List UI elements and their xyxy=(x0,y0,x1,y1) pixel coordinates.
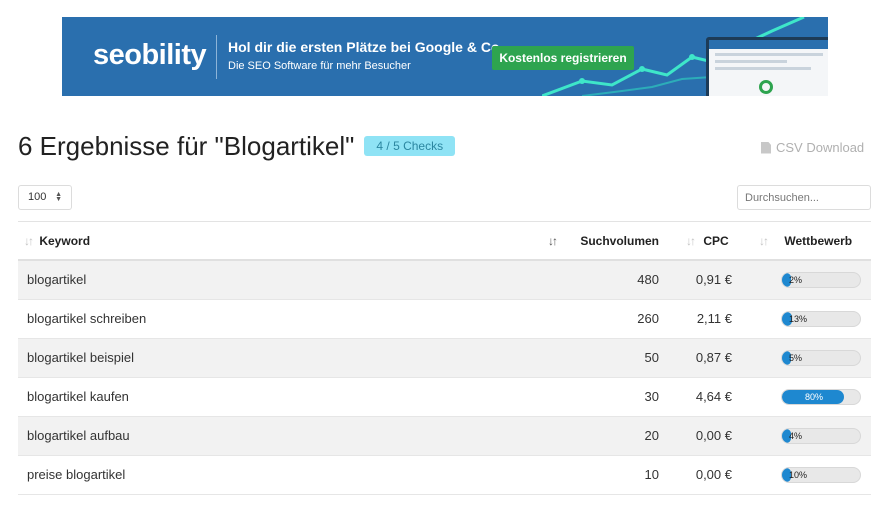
cpc-cell: 2,11 € xyxy=(696,311,732,326)
banner-headline: Hol dir die ersten Plätze bei Google & C… xyxy=(228,39,500,55)
competition-progress-bar: 10% xyxy=(781,467,861,483)
cpc-cell: 4,64 € xyxy=(695,389,732,404)
table-row[interactable]: blogartikel schreiben 260 2,11 € 13% xyxy=(18,300,871,339)
table-header: ↓↑ Keyword ↓↑ Suchvolumen ↓↑ CPC ↓↑ Wett… xyxy=(18,221,871,261)
column-header-competition[interactable]: ↓↑ Wettbewerb xyxy=(759,222,852,260)
file-icon xyxy=(761,141,771,154)
volume-cell: 480 xyxy=(637,272,659,287)
register-button[interactable]: Kostenlos registrieren xyxy=(492,46,634,70)
competition-progress-bar: 2% xyxy=(781,272,861,288)
keyword-cell: blogartikel aufbau xyxy=(27,428,130,443)
volume-cell: 50 xyxy=(644,350,659,365)
column-header-cpc[interactable]: ↓↑ CPC xyxy=(686,222,729,260)
competition-value: 2% xyxy=(789,275,803,285)
page-size-select[interactable]: 100 ▲ ▼ xyxy=(18,185,72,210)
page-size-value: 100 xyxy=(28,191,47,203)
competition-progress-bar: 80% xyxy=(781,389,861,405)
competition-progress-bar: 5% xyxy=(781,350,861,366)
results-header: 6 Ergebnisse für "Blogartikel" 4 / 5 Che… xyxy=(18,130,456,162)
updown-arrows-icon: ▲ ▼ xyxy=(55,191,62,203)
sort-icon[interactable]: ↓↑ xyxy=(759,234,769,248)
page: seobility Hol dir die ersten Plätze bei … xyxy=(0,0,888,505)
competition-progress-bar: 4% xyxy=(781,428,861,444)
checks-badge: 4 / 5 Checks xyxy=(364,136,456,156)
volume-cell: 10 xyxy=(644,467,659,482)
software-screenshot-image xyxy=(706,37,828,96)
competition-progress-bar: 13% xyxy=(781,311,861,327)
competition-value: 13% xyxy=(789,314,808,324)
keyword-cell: blogartikel kaufen xyxy=(27,389,129,404)
sort-icon[interactable]: ↓↑ xyxy=(686,234,696,248)
competition-value: 5% xyxy=(789,353,803,363)
cpc-cell: 0,00 € xyxy=(695,428,732,443)
csv-download-link[interactable]: CSV Download xyxy=(761,140,864,155)
page-title: 6 Ergebnisse für "Blogartikel" xyxy=(18,130,355,161)
table-row[interactable]: blogartikel kaufen 30 4,64 € 80% xyxy=(18,378,871,417)
table-body: blogartikel 480 0,91 € 2% blogartikel schrei… xyxy=(18,261,871,495)
cpc-cell: 0,87 € xyxy=(695,350,732,365)
competition-value: 10% xyxy=(789,470,808,480)
banner-divider xyxy=(216,35,217,79)
sort-icon[interactable]: ↓↑ xyxy=(24,234,34,248)
table-row[interactable]: blogartikel aufbau 20 0,00 € 4% xyxy=(18,417,871,456)
keyword-cell: blogartikel beispiel xyxy=(27,350,134,365)
keyword-cell: preise blogartikel xyxy=(27,467,126,482)
competition-value: 80% xyxy=(804,392,823,402)
keyword-cell: blogartikel schreiben xyxy=(27,311,147,326)
cpc-cell: 0,00 € xyxy=(695,467,732,482)
banner-subline: Die SEO Software für mehr Besucher xyxy=(228,60,411,72)
table-row[interactable]: blogartikel 480 0,91 € 2% xyxy=(18,261,871,300)
volume-cell: 30 xyxy=(644,389,659,404)
volume-cell: 260 xyxy=(637,311,659,326)
keyword-table: ↓↑ Keyword ↓↑ Suchvolumen ↓↑ CPC ↓↑ Wett… xyxy=(18,221,871,495)
seobility-ad-banner[interactable]: seobility Hol dir die ersten Plätze bei … xyxy=(62,17,828,96)
keyword-cell: blogartikel xyxy=(27,272,87,287)
csv-download-label: CSV Download xyxy=(776,140,865,155)
search-input[interactable] xyxy=(737,185,871,210)
competition-value: 4% xyxy=(789,431,803,441)
table-row[interactable]: blogartikel beispiel 50 0,87 € 5% xyxy=(18,339,871,378)
column-header-volume[interactable]: Suchvolumen xyxy=(580,222,659,260)
sort-volume-desc-icon[interactable]: ↓↑ xyxy=(548,222,558,260)
volume-cell: 20 xyxy=(644,428,659,443)
seobility-logo: seobility xyxy=(93,39,207,71)
cpc-cell: 0,91 € xyxy=(695,272,732,287)
table-row[interactable]: preise blogartikel 10 0,00 € 10% xyxy=(18,456,871,495)
column-header-keyword[interactable]: ↓↑ Keyword xyxy=(24,222,90,260)
